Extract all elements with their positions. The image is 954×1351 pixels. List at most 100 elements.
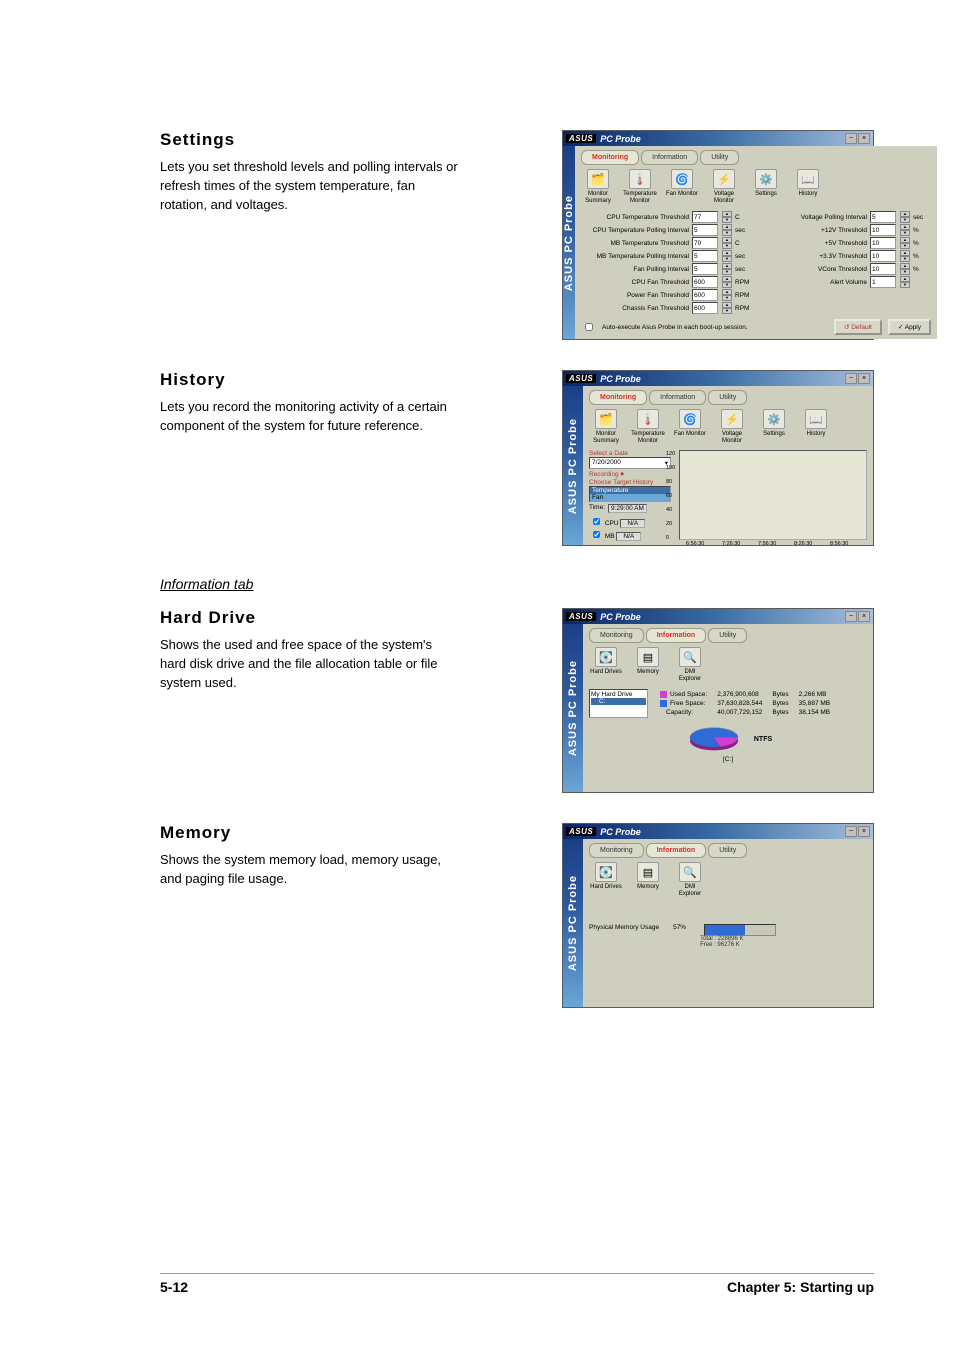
document-page: Settings Lets you set threshold levels a… [0,0,954,1351]
stepper[interactable]: ▲▼ [722,302,732,314]
mb-checkbox[interactable] [593,531,600,538]
screenshot-settings: ASUS PC Probe − × ASUS PC Probe Monitori… [562,130,874,340]
section-history: History Lets you record the monitoring a… [160,370,874,546]
icon-temp-monitor[interactable]: 🌡️Temperature Monitor [623,169,657,204]
tab-monitoring[interactable]: Monitoring [581,150,639,165]
default-button[interactable]: ↺ Default [834,319,882,335]
tab-monitoring[interactable]: Monitoring [589,628,644,643]
app-sidebar: ASUS PC Probe [563,146,575,339]
screenshot-harddrive: ASUSPC Probe−× ASUS PC Probe Monitoring … [562,608,874,793]
tab-monitoring[interactable]: Monitoring [589,390,647,405]
used-legend-icon [660,691,667,698]
apply-button[interactable]: ✓ Apply [888,319,931,335]
drive-list[interactable]: My Hard Drive C: [589,689,648,718]
body-memory: Shows the system memory load, memory usa… [160,851,460,889]
setting-row: Power Fan Threshold ▲▼ RPM [581,289,753,301]
auto-exec-checkbox[interactable] [585,323,593,331]
close-button[interactable]: × [858,826,870,837]
history-graph: 1201008060402006:56:307:26:307:56:308:26… [679,450,867,540]
minimize-button[interactable]: − [845,826,857,837]
stepper[interactable]: ▲▼ [900,224,910,236]
icon-dmi-explorer[interactable]: 🔍DMI Explorer [673,862,707,897]
information-tab-heading: Information tab [160,576,874,592]
setting-row: +12V Threshold ▲▼ % [759,224,931,236]
tab-utility[interactable]: Utility [700,150,739,165]
stepper[interactable]: ▲▼ [722,289,732,301]
icon-hard-drives[interactable]: 💽Hard Drives [589,647,623,682]
close-button[interactable]: × [858,611,870,622]
stepper[interactable]: ▲▼ [722,237,732,249]
memory-usage-pct: 57% [673,924,686,931]
icon-temp-monitor[interactable]: 🌡️Temperature Monitor [631,409,665,444]
stepper[interactable]: ▲▼ [900,237,910,249]
stepper[interactable]: ▲▼ [722,224,732,236]
tab-information[interactable]: Information [646,628,707,643]
recording-label: Recording ⏺ [589,471,671,479]
brand-badge: ASUS [566,134,596,143]
icon-settings[interactable]: ⚙️Settings [749,169,783,204]
close-button[interactable]: × [858,133,870,144]
icon-hard-drives[interactable]: 💽Hard Drives [589,862,623,897]
setting-input[interactable] [692,237,718,249]
setting-input[interactable] [870,224,896,236]
setting-input[interactable] [692,276,718,288]
icon-fan-monitor[interactable]: 🌀Fan Monitor [665,169,699,204]
target-list[interactable]: Temperature Fan [589,486,671,502]
icon-voltage-monitor[interactable]: ⚡Voltage Monitor [707,169,741,204]
heading-memory: Memory [160,823,460,843]
icon-settings[interactable]: ⚙️Settings [757,409,791,444]
date-dropdown[interactable]: 7/20/2000▾ [589,457,671,469]
tab-information[interactable]: Information [649,390,706,405]
cpu-checkbox[interactable] [593,518,600,525]
setting-input[interactable] [692,263,718,275]
close-button[interactable]: × [858,373,870,384]
screenshot-history: ASUSPC Probe−× ASUS PC Probe Monitoring … [562,370,874,546]
tab-utility[interactable]: Utility [708,390,747,405]
setting-input[interactable] [870,211,896,223]
setting-row: +5V Threshold ▲▼ % [759,237,931,249]
tab-monitoring[interactable]: Monitoring [589,843,644,858]
setting-input[interactable] [692,211,718,223]
setting-input[interactable] [692,302,718,314]
setting-row: CPU Temperature Threshold ▲▼ C [581,211,753,223]
section-harddrive: Hard Drive Shows the used and free space… [160,608,874,793]
icon-monitor-summary[interactable]: 🗂️Monitor Summary [589,409,623,444]
stepper[interactable]: ▲▼ [900,276,910,288]
icon-history[interactable]: 📖History [791,169,825,204]
minimize-button[interactable]: − [845,611,857,622]
stepper[interactable]: ▲▼ [722,263,732,275]
stepper[interactable]: ▲▼ [900,211,910,223]
setting-input[interactable] [870,263,896,275]
section-memory: Memory Shows the system memory load, mem… [160,823,874,1008]
setting-input[interactable] [870,237,896,249]
stepper[interactable]: ▲▼ [900,250,910,262]
setting-input[interactable] [692,289,718,301]
stepper[interactable]: ▲▼ [722,250,732,262]
setting-input[interactable] [870,250,896,262]
stepper[interactable]: ▲▼ [722,211,732,223]
icon-dmi-explorer[interactable]: 🔍DMI Explorer [673,647,707,682]
section-settings: Settings Lets you set threshold levels a… [160,130,874,340]
setting-input[interactable] [692,224,718,236]
minimize-button[interactable]: − [845,373,857,384]
stepper[interactable]: ▲▼ [900,263,910,275]
icon-fan-monitor[interactable]: 🌀Fan Monitor [673,409,707,444]
setting-row: CPU Fan Threshold ▲▼ RPM [581,276,753,288]
stepper[interactable]: ▲▼ [722,276,732,288]
icon-monitor-summary[interactable]: 🗂️Monitor Summary [581,169,615,204]
tab-utility[interactable]: Utility [708,843,747,858]
tab-utility[interactable]: Utility [708,628,747,643]
icon-voltage-monitor[interactable]: ⚡Voltage Monitor [715,409,749,444]
body-harddrive: Shows the used and free space of the sys… [160,636,460,693]
icon-memory[interactable]: ▤Memory [631,862,665,897]
icon-memory[interactable]: ▤Memory [631,647,665,682]
setting-input[interactable] [870,276,896,288]
minimize-button[interactable]: − [845,133,857,144]
heading-history: History [160,370,460,390]
tab-information[interactable]: Information [646,843,707,858]
setting-input[interactable] [692,250,718,262]
setting-row: CPU Temperature Polling Interval ▲▼ sec [581,224,753,236]
tab-information[interactable]: Information [641,150,698,165]
icon-history[interactable]: 📖History [799,409,833,444]
record-icon: ⏺ [620,471,623,478]
